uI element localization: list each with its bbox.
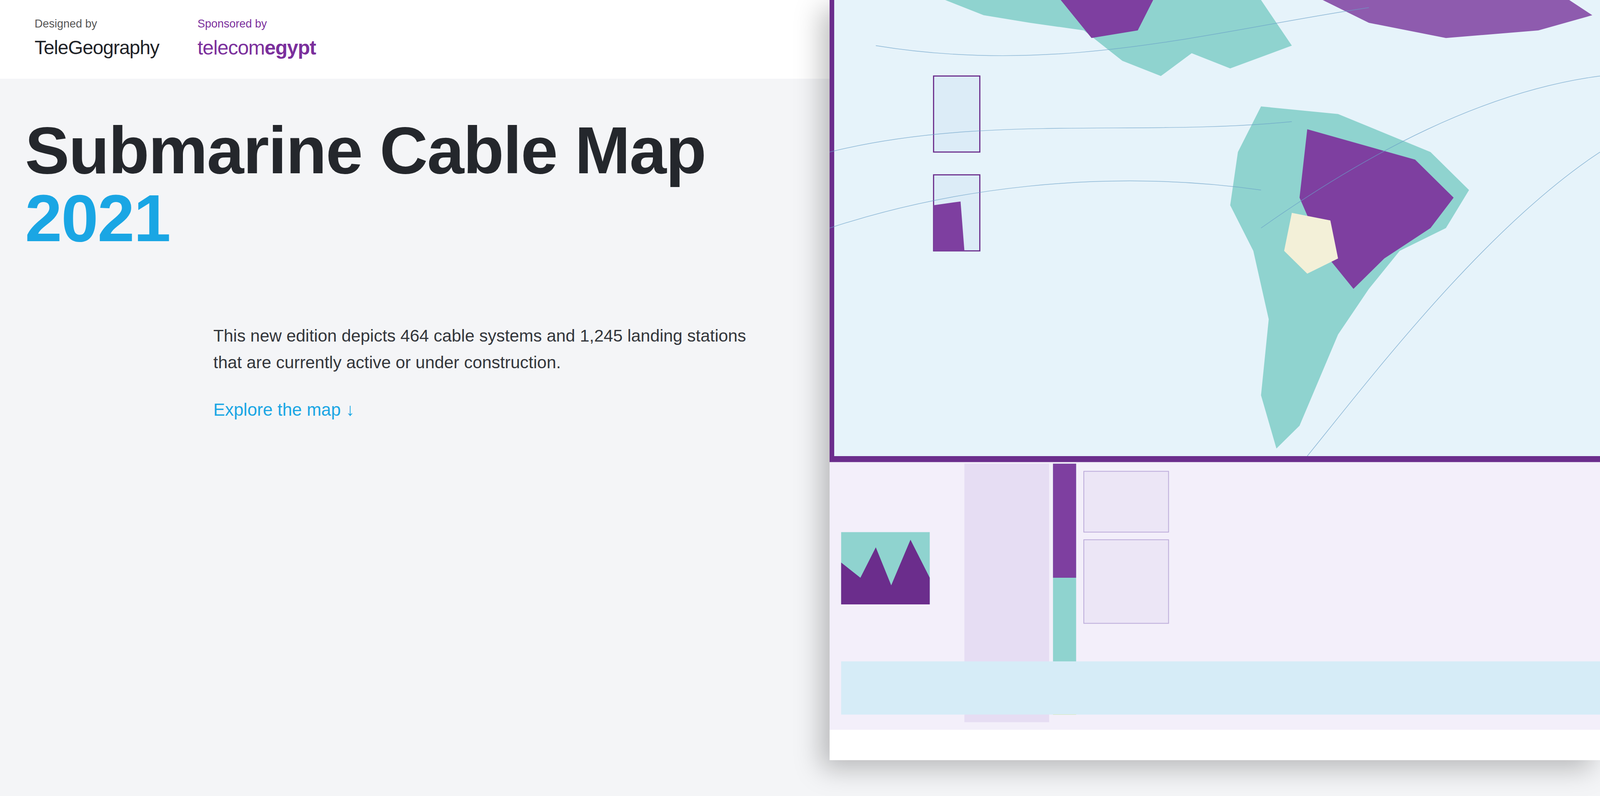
hero: Submarine Cable Map2021 This new edition … — [0, 78, 830, 420]
sponsor-credit: Sponsored by telecomegypt — [197, 17, 316, 79]
explore-link[interactable]: Explore the map ↓ — [213, 400, 355, 420]
sponsored-by-label: Sponsored by — [197, 17, 316, 31]
designed-by-label: Designed by — [34, 17, 160, 31]
page-title: Submarine Cable Map2021 — [25, 116, 830, 253]
telegeography-logo[interactable]: TeleGeography — [34, 36, 160, 59]
map-preview-image[interactable] — [829, 0, 1600, 761]
telecomegypt-logo[interactable]: telecomegypt — [197, 36, 316, 60]
intro-column: Designed by TeleGeography Sponsored by tele… — [0, 0, 830, 796]
arrow-down-icon: ↓ — [345, 400, 355, 420]
designer-credit: Designed by TeleGeography — [34, 17, 160, 79]
map-image-icon — [829, 0, 1600, 761]
credits-header: Designed by TeleGeography Sponsored by tele… — [0, 0, 830, 79]
title-text: Submarine Cable Map — [25, 116, 830, 185]
page: Designed by TeleGeography Sponsored by tele… — [0, 0, 1600, 796]
description: This new edition depicts 464 cable syste… — [213, 322, 768, 376]
title-year: 2021 — [25, 184, 830, 253]
